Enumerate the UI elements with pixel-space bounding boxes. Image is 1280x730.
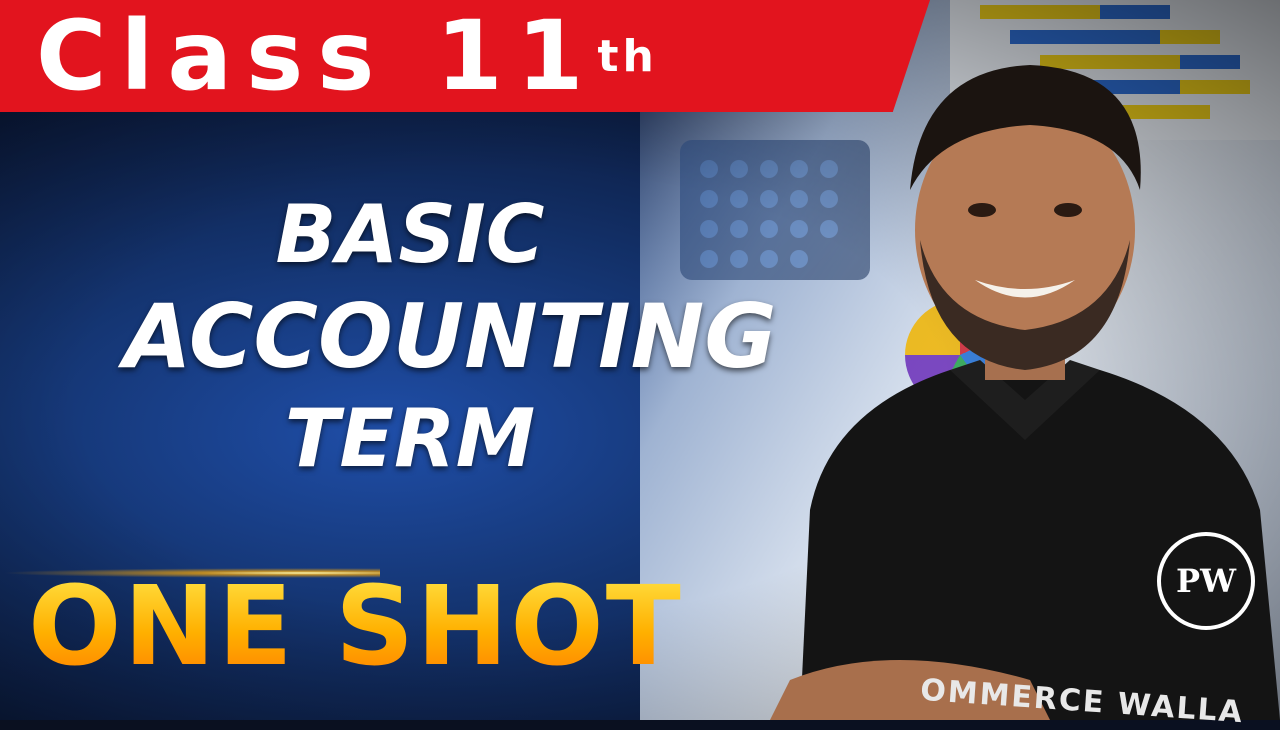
class-title-text: Class 11 <box>36 0 598 112</box>
class-title-superscript: th <box>597 30 658 82</box>
logo-text: PW <box>1176 562 1236 600</box>
topic-line-3: TERM <box>284 392 536 485</box>
pw-logo: PW <box>1157 532 1255 630</box>
class-title: Class 11th <box>36 0 658 112</box>
topic-line-2: ACCOUNTING <box>123 285 777 388</box>
topic-line-1: BASIC <box>275 188 545 281</box>
one-shot-tagline: ONE SHOT <box>28 562 683 690</box>
